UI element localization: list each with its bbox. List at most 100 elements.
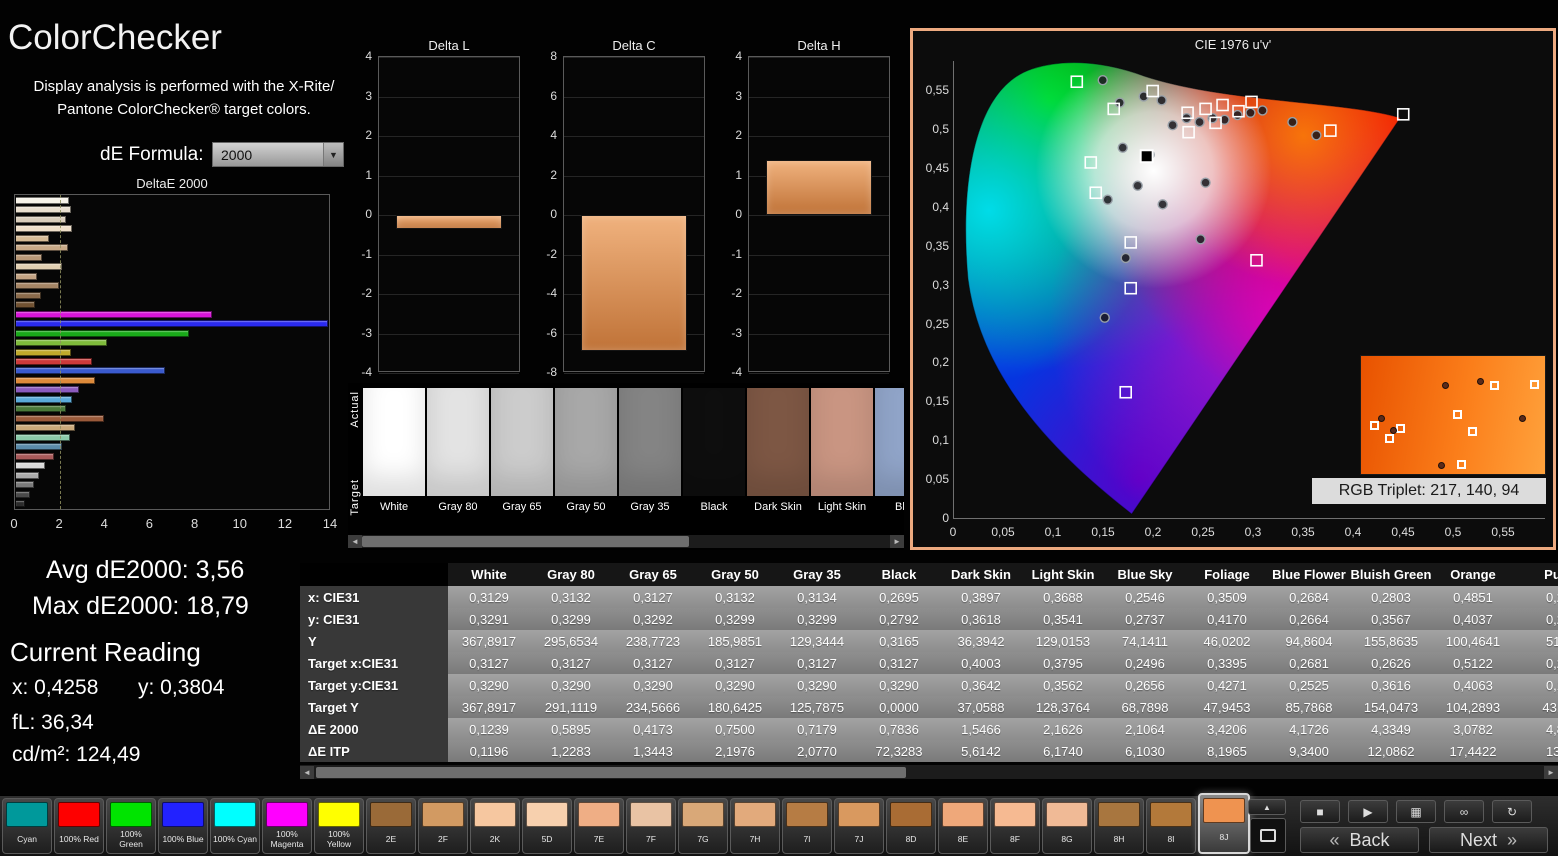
deltae-bar — [16, 320, 328, 328]
table-cell: 2,1976 — [694, 740, 776, 762]
refresh-button[interactable]: ↻ — [1492, 800, 1532, 823]
continuous-measure-button[interactable]: ∞ — [1444, 800, 1484, 823]
patch-button-7j[interactable]: 7J — [834, 798, 884, 854]
patch-button-color — [6, 802, 48, 827]
current-y: y: 0,3804 — [138, 676, 225, 699]
table-row-label: Y — [300, 630, 448, 652]
patch-button-color — [994, 802, 1036, 827]
patch-button-2f[interactable]: 2F — [418, 798, 468, 854]
table-cell: 128,3764 — [1022, 696, 1104, 718]
table-cell: 8,1965 — [1186, 740, 1268, 762]
deltae-bar — [16, 282, 59, 290]
patch-button-color — [1046, 802, 1088, 827]
patch-button-7g[interactable]: 7G — [678, 798, 728, 854]
table-cell: 0,4851 — [1432, 586, 1514, 608]
patch-button-8g[interactable]: 8G — [1042, 798, 1092, 854]
table-scrollbar-thumb[interactable] — [316, 766, 907, 778]
scroll-right-icon[interactable]: ► — [890, 535, 904, 548]
deltae-bar — [16, 272, 38, 280]
delta-c-chart: Delta C 8 6 4 2 0 -2 -4 -6 -8 — [537, 38, 713, 390]
table-cell: 100,4641 — [1432, 630, 1514, 652]
de-formula-label: dE Formula: — [100, 144, 204, 165]
cie-diagram-panel[interactable]: CIE 1976 u'v' 0,55 0,5 0,45 0,4 0,35 0,3 0,25 0… — [910, 28, 1556, 550]
gridline — [749, 254, 889, 256]
rgb-triplet-label: RGB Triplet: 217, 140, 94 — [1312, 478, 1546, 504]
patch-button-7h[interactable]: 7H — [730, 798, 780, 854]
gridline — [564, 96, 704, 98]
table-scroll-left-icon[interactable]: ◄ — [300, 765, 314, 779]
chevron-down-icon: ▼ — [323, 143, 343, 166]
table-row-label: ΔE ITP — [300, 740, 448, 762]
patch-button-100-yellow[interactable]: 100% Yellow — [314, 798, 364, 854]
axis-tick-label: 4 — [100, 516, 108, 531]
axis-tick-label: -1 — [731, 246, 742, 261]
table-cell: 0,4063 — [1432, 674, 1514, 696]
table-cell: 180,6425 — [694, 696, 776, 718]
current-x: x: 0,4258 — [12, 676, 99, 699]
inset-target-point — [1453, 410, 1462, 420]
patch-button-100-green[interactable]: 100% Green — [106, 798, 156, 854]
display-mode-button[interactable] — [1250, 818, 1286, 853]
axis-tick-label: 0 — [550, 207, 557, 221]
patch-button-100-red[interactable]: 100% Red — [54, 798, 104, 854]
table-cell: 0,3616 — [1350, 674, 1432, 696]
table-cell: 0,3509 — [1186, 586, 1268, 608]
patch-button-100-magenta[interactable]: 100% Magenta — [262, 798, 312, 854]
gridline — [379, 96, 519, 98]
table-scroll-right-icon[interactable]: ► — [1544, 765, 1558, 779]
patch-color — [875, 388, 904, 496]
patch-button-8j[interactable]: 8J — [1198, 793, 1250, 854]
patch-button-8d[interactable]: 8D — [886, 798, 936, 854]
patch-button-8e[interactable]: 8E — [938, 798, 988, 854]
table-header-cell: White — [448, 563, 530, 586]
stop-icon: ■ — [1316, 804, 1324, 819]
deltae-bar — [16, 500, 26, 507]
patch-button-7i[interactable]: 7I — [782, 798, 832, 854]
collapse-up-button[interactable]: ▲ — [1248, 799, 1286, 815]
patch-button-color — [578, 802, 620, 827]
scroll-left-icon[interactable]: ◄ — [348, 535, 362, 548]
patch-button-5d[interactable]: 5D — [522, 798, 572, 854]
axis-tick-label: -4 — [546, 286, 557, 300]
patch-button-8h[interactable]: 8H — [1094, 798, 1144, 854]
patch-button-2k[interactable]: 2K — [470, 798, 520, 854]
patch-button-label: 7H — [749, 834, 761, 845]
deltae-bar — [16, 301, 36, 309]
play-button[interactable]: ▶ — [1348, 800, 1388, 823]
axis-tick-label: -2 — [731, 286, 742, 300]
patch-button-cyan[interactable]: Cyan — [2, 798, 52, 854]
inset-target-point — [1384, 433, 1394, 443]
scrollbar-thumb[interactable] — [362, 536, 690, 547]
patch-button-7e[interactable]: 7E — [574, 798, 624, 854]
deltae-bar — [16, 424, 75, 432]
table-cell: 0,2792 — [858, 608, 940, 630]
table-cell: 36,3942 — [940, 630, 1022, 652]
table-cell: 0,3127 — [858, 652, 940, 674]
patch-button-7f[interactable]: 7F — [626, 798, 676, 854]
grid-view-button[interactable]: ▦ — [1396, 800, 1436, 823]
stop-button[interactable]: ■ — [1300, 800, 1340, 823]
deltae-bar — [16, 481, 35, 489]
deltae-bar — [16, 376, 95, 384]
patch-button-label: 8F — [1010, 834, 1020, 845]
patch-button-label: 2K — [489, 834, 501, 845]
patch-button-label: 5D — [541, 834, 553, 845]
table-cell: 1,3443 — [612, 740, 694, 762]
patch-button-100-blue[interactable]: 100% Blue — [158, 798, 208, 854]
back-button[interactable]: « Back — [1300, 827, 1419, 853]
de-formula-dropdown[interactable]: 2000 ▼ — [212, 142, 344, 167]
axis-tick-label: 0,2 — [932, 355, 949, 370]
patch-button-100-cyan[interactable]: 100% Cyan — [210, 798, 260, 854]
inset-measurement-point — [1441, 381, 1449, 389]
patch-button-8f[interactable]: 8F — [990, 798, 1040, 854]
table-cell: 0,2 — [1514, 652, 1558, 674]
patch-color — [555, 388, 617, 496]
gridline — [749, 96, 889, 98]
patch-button-8i[interactable]: 8I — [1146, 798, 1196, 854]
table-cell: 9,3400 — [1268, 740, 1350, 762]
patch-button-label: 8I — [1167, 834, 1175, 845]
table-cell: 0,3127 — [612, 586, 694, 608]
patch-button-2e[interactable]: 2E — [366, 798, 416, 854]
table-cell: 17,4422 — [1432, 740, 1514, 762]
next-button[interactable]: Next » — [1429, 827, 1548, 853]
